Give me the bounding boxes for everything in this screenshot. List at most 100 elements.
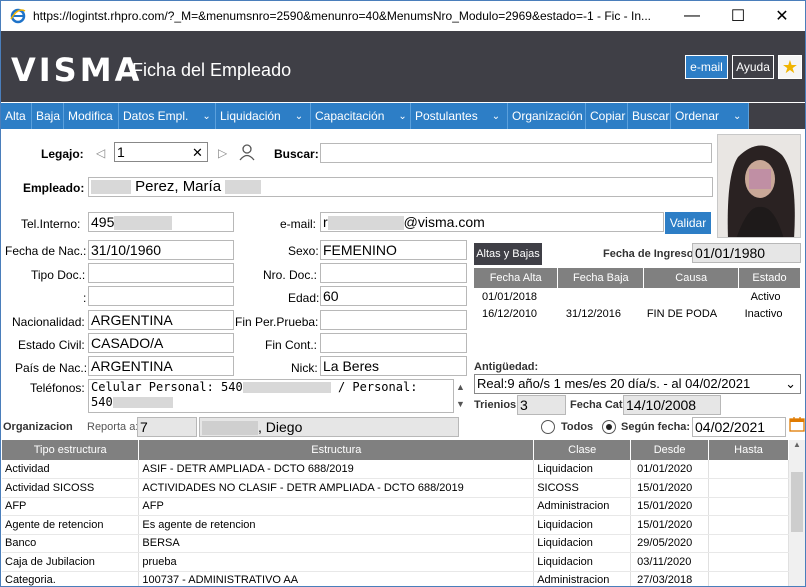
table-row[interactable]: 01/01/2018 Activo — [474, 288, 801, 305]
todos-radio[interactable] — [541, 420, 555, 434]
menu-copiar[interactable]: Copiar — [586, 103, 628, 129]
column-header[interactable]: Clase — [533, 440, 632, 460]
unnamed-field-input[interactable] — [88, 286, 234, 306]
email-input[interactable]: r @visma.com — [320, 212, 664, 232]
table-row[interactable]: Caja de Jubilacion prueba Liquidacion 03… — [2, 552, 789, 572]
table-cell: Administracion — [533, 571, 632, 586]
column-header[interactable]: Fecha Alta — [474, 268, 559, 288]
validar-button[interactable]: Validar — [665, 212, 711, 234]
table-row[interactable]: 16/12/2010 31/12/2016 FIN DE PODA Inacti… — [474, 305, 801, 322]
menu-alta[interactable]: Alta — [1, 103, 32, 129]
table-cell: 15/01/2020 — [630, 478, 710, 498]
table-cell: Liquidacion — [533, 552, 632, 572]
table-row[interactable]: Agente de retencion Es agente de retenci… — [2, 515, 789, 535]
scroll-up-icon[interactable]: ▲ — [790, 440, 804, 454]
nick-label: Nick: — [291, 361, 318, 375]
table-cell: Administracion — [533, 497, 632, 516]
redacted-block — [114, 216, 173, 231]
table-row[interactable]: AFP AFP Administracion 15/01/2020 — [2, 497, 789, 516]
table-scrollbar[interactable]: ▲ — [789, 440, 805, 586]
tel-interno-input[interactable]: 495 — [88, 212, 234, 232]
fecha-nac-value: 31/10/1960 — [91, 242, 162, 258]
antiguedad-select[interactable]: Real:9 año/s 1 mes/es 20 día/s. - al 04/… — [474, 374, 801, 394]
menu-datos-empl[interactable]: Datos Empl. ⌄ — [119, 103, 216, 129]
menu-modifica[interactable]: Modifica — [64, 103, 119, 129]
calendar-icon[interactable] — [789, 416, 805, 432]
unnamed-field-label: : — [83, 291, 87, 305]
edad-label: Edad: — [288, 291, 320, 305]
minimize-button[interactable]: — — [669, 1, 715, 31]
reporta-name-field: , Diego — [199, 417, 459, 437]
table-cell: 03/11/2020 — [630, 552, 710, 572]
menu-label: Buscar — [632, 109, 670, 123]
table-row[interactable]: Banco BERSA Liquidacion 29/05/2020 — [2, 534, 789, 553]
table-row[interactable]: Actividad ASIF - DETR AMPLIADA - DCTO 68… — [2, 460, 789, 479]
scrollbar-thumb[interactable] — [791, 472, 803, 532]
email-button[interactable]: e-mail — [685, 55, 728, 79]
altas-bajas-button[interactable]: Altas y Bajas — [474, 243, 542, 265]
pais-nac-input[interactable]: ARGENTINA — [88, 356, 234, 376]
scroll-up-icon[interactable]: ▲ — [456, 382, 465, 392]
close-button[interactable]: ✕ — [759, 1, 805, 31]
column-header[interactable]: Estado — [738, 268, 801, 288]
nro-doc-input[interactable] — [320, 263, 467, 283]
segun-fecha-input[interactable]: 04/02/2021 — [692, 417, 786, 437]
buscar-input[interactable] — [320, 143, 712, 163]
menu-buscar[interactable]: Buscar — [628, 103, 671, 129]
reporta-label: Reporta a: — [87, 421, 139, 433]
fecha-nac-input[interactable]: 31/10/1960 — [88, 240, 234, 260]
table-cell: 01/01/2020 — [630, 460, 710, 479]
estado-civil-input[interactable]: CASADO/A — [88, 333, 234, 353]
sexo-select[interactable]: FEMENINO — [320, 240, 467, 260]
table-cell — [708, 515, 789, 535]
column-header[interactable]: Hasta — [708, 440, 789, 460]
menu-liquidacion[interactable]: Liquidación ⌄ — [216, 103, 311, 129]
clear-icon[interactable]: ✕ — [192, 145, 203, 161]
tel-interno-label: Tel.Interno: — [21, 217, 81, 231]
column-header[interactable]: Fecha Baja — [557, 268, 645, 288]
table-cell — [708, 478, 789, 498]
menu-capacitacion[interactable]: Capacitación ⌄ — [311, 103, 411, 129]
table-cell — [708, 571, 789, 586]
prev-arrow-icon[interactable]: ◁ — [96, 146, 105, 160]
radio-dot — [606, 424, 612, 430]
reporta-num: 7 — [137, 417, 197, 437]
telefonos-textarea[interactable]: Celular Personal: 540 / Personal: 540 — [88, 379, 454, 413]
table-cell: Es agente de retencion — [138, 515, 535, 535]
maximize-button[interactable]: ☐ — [715, 1, 761, 31]
table-cell: 29/05/2020 — [630, 534, 710, 553]
redacted-block — [202, 421, 258, 436]
tipo-doc-input[interactable] — [88, 263, 234, 283]
table-cell: Liquidacion — [533, 460, 632, 479]
pais-nac-value: ARGENTINA — [91, 358, 173, 374]
next-arrow-icon[interactable]: ▷ — [218, 146, 227, 160]
menu-organizacion[interactable]: Organización — [508, 103, 586, 129]
telefonos-line: / Personal: — [337, 380, 418, 394]
menu-baja[interactable]: Baja — [32, 103, 64, 129]
menu-filler — [749, 103, 805, 129]
chevron-down-icon: ⌄ — [733, 110, 742, 122]
column-header[interactable]: Tipo estructura — [2, 440, 140, 460]
menu-postulantes[interactable]: Postulantes ⌄ — [411, 103, 508, 129]
person-search-icon[interactable] — [238, 143, 256, 161]
column-header[interactable]: Causa — [643, 268, 740, 288]
column-header[interactable]: Desde — [630, 440, 710, 460]
segun-fecha-radio[interactable] — [602, 420, 616, 434]
nick-input[interactable]: La Beres — [320, 356, 467, 376]
scroll-down-icon[interactable]: ▼ — [456, 399, 465, 409]
table-cell: Caja de Jubilacion — [2, 552, 140, 572]
employee-photo — [717, 134, 801, 238]
fin-per-prueba-input[interactable] — [320, 310, 467, 330]
menu-ordenar[interactable]: Ordenar ⌄ — [671, 103, 749, 129]
favorite-star-icon[interactable]: ★ — [778, 55, 802, 79]
visma-logo: VISMA — [11, 51, 143, 89]
telefonos-line: Celular Personal: 540 — [91, 380, 243, 394]
help-button[interactable]: Ayuda — [732, 55, 774, 79]
todos-label: Todos — [561, 421, 594, 433]
table-row[interactable]: Actividad SICOSS ACTIVIDADES NO CLASIF -… — [2, 478, 789, 498]
fin-cont-input[interactable] — [320, 333, 467, 353]
column-header[interactable]: Estructura — [138, 440, 535, 460]
table-row[interactable]: Categoria. 100737 - ADMINISTRATIVO AA Ad… — [2, 571, 789, 586]
antiguedad-label: Antigüedad: — [474, 361, 539, 373]
nacionalidad-input[interactable]: ARGENTINA — [88, 310, 234, 330]
